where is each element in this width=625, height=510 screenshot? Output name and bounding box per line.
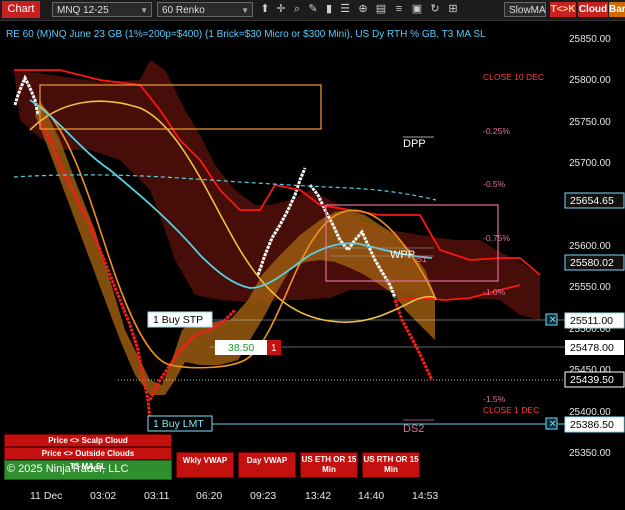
day-vwap-button[interactable]: Day VWAP xyxy=(238,452,296,478)
position-value: 38.50 xyxy=(228,342,254,354)
pct-label-075: -0.75% xyxy=(483,233,510,243)
price-tick: 25750.00 xyxy=(569,117,611,128)
price-marker-order-label: 25478.00 xyxy=(570,342,614,354)
time-tick: 13:42 xyxy=(305,490,331,502)
price-marker-slow-ma-label: 25580.02 xyxy=(570,257,614,269)
close-icon: ✕ xyxy=(549,419,557,430)
ds2-label: DS2 xyxy=(403,423,424,435)
time-tick: 06:20 xyxy=(196,490,222,502)
price-tick: 25800.00 xyxy=(569,75,611,86)
buy-lmt-label: 1 Buy LMT xyxy=(153,418,204,430)
time-tick: 03:11 xyxy=(144,490,170,502)
copyright-text: © 2025 NinjaTrader, LLC xyxy=(7,463,129,475)
close-icon: ✕ xyxy=(549,315,557,326)
price-marker-buy-stp-label: 25511.00 xyxy=(570,315,613,327)
chart-header-text: RE 60 (M)NQ June 23 GB (1%=200p=$400) (1… xyxy=(6,29,486,40)
close-1-dec-label: CLOSE 1 DEC xyxy=(483,405,539,415)
buy-stp-label: 1 Buy STP xyxy=(153,314,203,326)
pct-label-15: -1.5% xyxy=(483,394,506,404)
weekly-vwap-button[interactable]: Wkly VWAP xyxy=(176,452,234,478)
close-10-dec-label: CLOSE 10 DEC xyxy=(483,72,544,82)
price-tick: 25850.00 xyxy=(569,34,611,45)
time-tick: 09:23 xyxy=(250,490,276,502)
pct-label-025: -0.25% xyxy=(483,126,510,136)
pct-label-05: -0.5% xyxy=(483,179,506,189)
buy-lmt-order[interactable]: 1 Buy LMT xyxy=(147,415,213,432)
time-tick: 14:53 xyxy=(412,490,438,502)
price-marker-last-label: 25439.50 xyxy=(570,374,614,386)
wpp-label: WPP xyxy=(390,249,415,261)
time-tick: 03:02 xyxy=(90,490,116,502)
time-tick: 14:40 xyxy=(358,490,384,502)
outside-clouds-button[interactable]: Price <> Outside Clouds xyxy=(4,447,172,460)
us-eth-or-button[interactable]: US ETH OR 15 Min xyxy=(300,452,358,478)
position-tag[interactable]: 38.50 1 xyxy=(215,340,281,355)
buy-stp-order[interactable]: 1 Buy STP xyxy=(147,311,213,328)
cancel-buy-lmt-button[interactable]: ✕ xyxy=(545,417,558,430)
price-tick: 25700.00 xyxy=(569,158,611,169)
s1-label: S1 xyxy=(416,254,427,264)
scalp-cloud-button[interactable]: Price <> Scalp Cloud xyxy=(4,434,172,447)
price-tick: 25400.00 xyxy=(569,407,611,418)
dpp-label: DPP xyxy=(403,138,426,150)
cancel-buy-stp-button[interactable]: ✕ xyxy=(545,313,558,326)
price-marker-buy-lmt-label: 25386.50 xyxy=(570,419,614,431)
price-tick: 25350.00 xyxy=(569,448,611,459)
price-tick: 25600.00 xyxy=(569,241,611,252)
price-marker-vwap-label: 25654.65 xyxy=(570,195,614,207)
price-tick: 25550.00 xyxy=(569,282,611,293)
pct-label-10: -1.0% xyxy=(483,287,506,297)
position-qty: 1 xyxy=(271,343,277,354)
time-tick: 11 Dec xyxy=(30,490,63,502)
us-rth-or-button[interactable]: US RTH OR 15 Min xyxy=(362,452,420,478)
